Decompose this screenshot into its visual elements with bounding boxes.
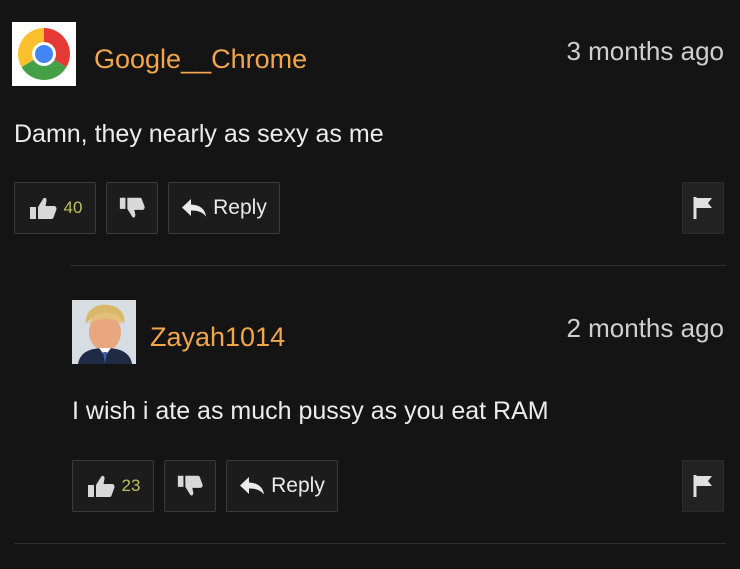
reply-arrow-icon xyxy=(182,199,207,217)
reply-label: Reply xyxy=(271,474,325,497)
thumbs-up-icon xyxy=(87,475,115,497)
comment-2: Zayah1014 2 months ago I wish i ate as m… xyxy=(0,280,740,530)
reply-label: Reply xyxy=(213,196,267,219)
chrome-logo-icon xyxy=(12,22,76,86)
chrome-avatar[interactable] xyxy=(12,22,76,86)
dislike-button[interactable] xyxy=(164,460,216,512)
flag-icon xyxy=(693,475,712,497)
profile-photo-icon xyxy=(72,300,136,364)
dislike-button[interactable] xyxy=(106,182,158,234)
thumbs-down-icon xyxy=(177,475,203,496)
report-flag-button[interactable] xyxy=(682,182,724,234)
reply-button[interactable]: Reply xyxy=(168,182,280,234)
timestamp: 2 months ago xyxy=(566,313,724,343)
divider xyxy=(14,543,726,544)
divider xyxy=(70,265,726,266)
reply-button[interactable]: Reply xyxy=(226,460,338,512)
timestamp: 3 months ago xyxy=(566,36,724,66)
thumbs-down-icon xyxy=(119,197,145,218)
user-avatar[interactable] xyxy=(72,300,136,364)
comment-1: Google__Chrome 3 months ago Damn, they n… xyxy=(0,0,740,250)
thumbs-up-icon xyxy=(29,197,57,219)
like-count: 23 xyxy=(121,476,141,495)
report-flag-button[interactable] xyxy=(682,460,724,512)
reply-arrow-icon xyxy=(240,477,265,495)
username[interactable]: Google__Chrome xyxy=(94,44,307,75)
like-button[interactable]: 40 xyxy=(14,182,96,234)
flag-icon xyxy=(693,197,712,219)
comment-text: Damn, they nearly as sexy as me xyxy=(14,120,384,148)
like-button[interactable]: 23 xyxy=(72,460,154,512)
like-count: 40 xyxy=(63,198,83,217)
username[interactable]: Zayah1014 xyxy=(150,322,285,353)
comment-text: I wish i ate as much pussy as you eat RA… xyxy=(72,397,549,425)
